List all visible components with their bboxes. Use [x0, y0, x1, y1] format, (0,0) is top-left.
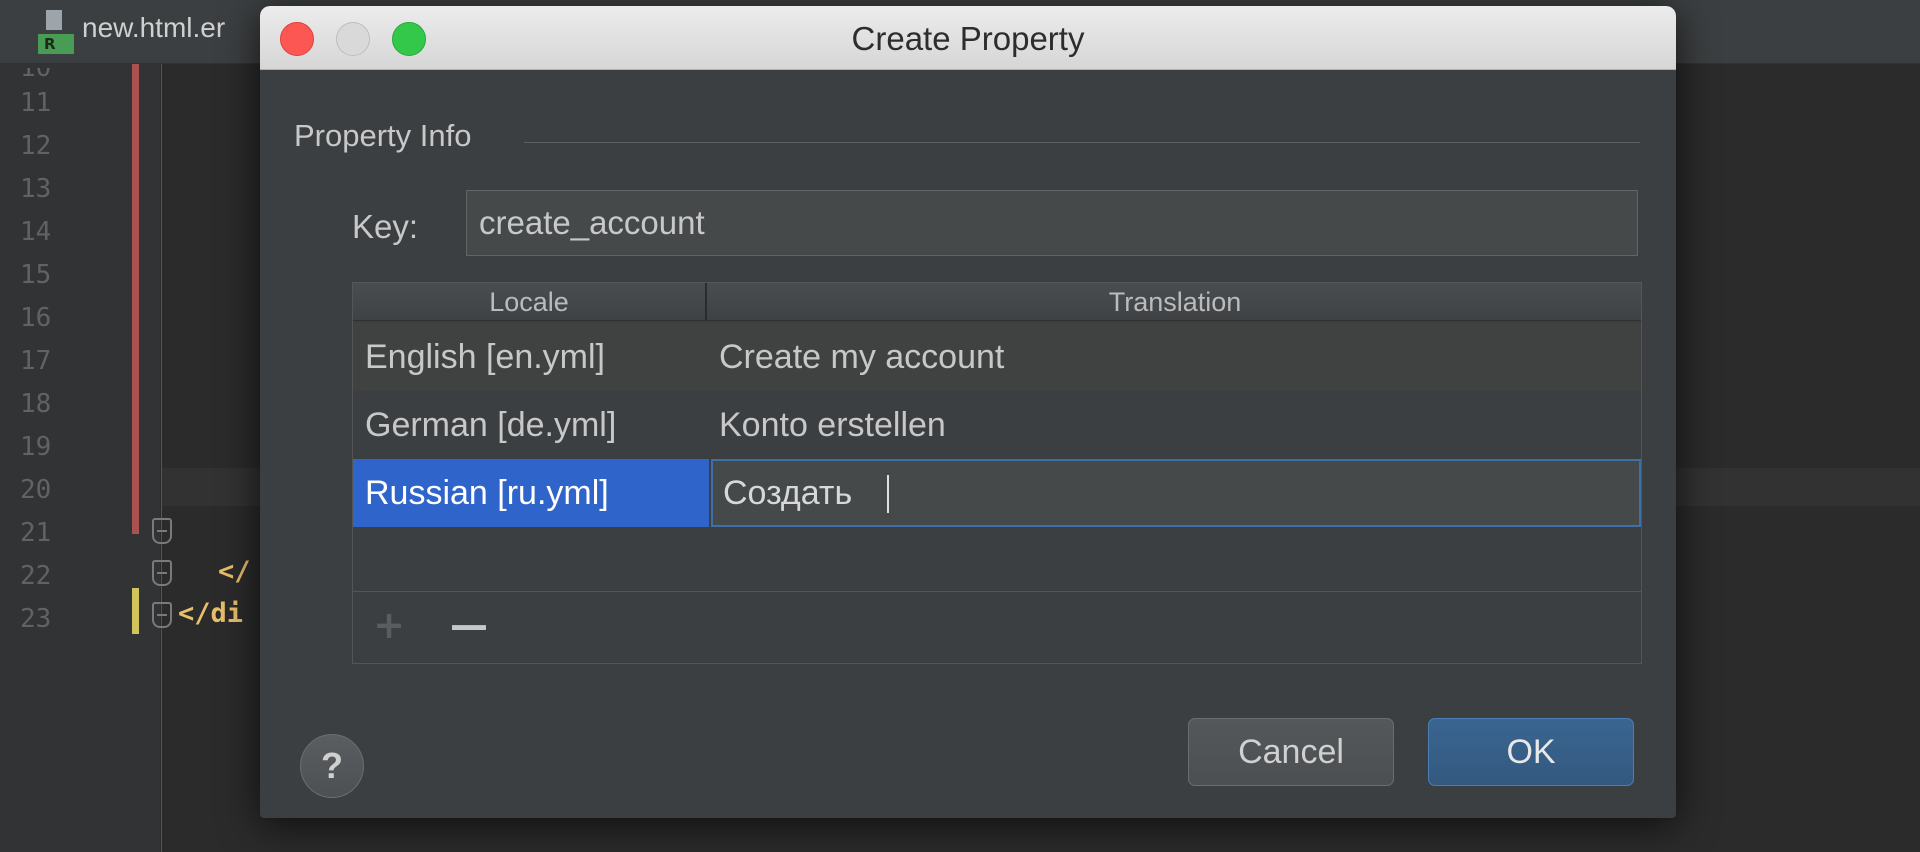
translations-table: Locale Translation English [en.yml] Crea…: [352, 282, 1642, 664]
code-line-23[interactable]: </di: [178, 598, 243, 629]
column-header-locale[interactable]: Locale: [353, 283, 707, 321]
line-numbers: 10 11 12 13 14 15 16 17 18 19 20 21 22 2…: [20, 56, 51, 641]
editor-tab[interactable]: R new.html.er: [0, 0, 225, 64]
dialog-titlebar: Create Property: [260, 6, 1676, 70]
dialog-title: Create Property: [851, 20, 1085, 57]
line-number: 15: [20, 260, 52, 290]
fold-icon[interactable]: [152, 602, 172, 628]
locale-cell[interactable]: Russian [ru.yml]: [365, 459, 609, 527]
gutter-divider: [161, 64, 162, 852]
table-header: Locale Translation: [353, 283, 1641, 321]
ok-button[interactable]: OK: [1428, 718, 1634, 786]
line-number: 21: [20, 518, 52, 548]
editor-tab-label: new.html.er: [82, 12, 226, 43]
locale-cell[interactable]: German [de.yml]: [365, 391, 616, 459]
line-number: 19: [20, 432, 52, 462]
line-number: 12: [20, 131, 52, 161]
vcs-change-marker: [132, 64, 139, 534]
line-number: 14: [20, 217, 52, 247]
section-divider: [524, 142, 1640, 143]
line-number: 23: [20, 604, 52, 634]
line-number: 18: [20, 389, 52, 419]
table-row[interactable]: German [de.yml] Konto erstellen: [353, 391, 1641, 459]
column-header-translation[interactable]: Translation: [709, 283, 1641, 321]
line-number: 22: [20, 561, 52, 591]
ruby-file-icon: R: [38, 10, 74, 54]
line-number: 13: [20, 174, 52, 204]
translation-cell[interactable]: Create my account: [719, 323, 1004, 391]
fold-icon[interactable]: [152, 518, 172, 544]
vcs-modified-marker: [132, 588, 139, 634]
locale-cell[interactable]: English [en.yml]: [365, 323, 605, 391]
minus-icon[interactable]: —: [449, 605, 489, 645]
key-label: Key:: [352, 208, 419, 245]
line-number: 17: [20, 346, 52, 376]
line-number: 10: [20, 68, 51, 82]
translation-cell[interactable]: Konto erstellen: [719, 391, 946, 459]
plus-icon[interactable]: +: [369, 605, 409, 645]
text-caret: [887, 475, 889, 513]
cancel-button[interactable]: Cancel: [1188, 718, 1394, 786]
key-input[interactable]: [466, 190, 1638, 256]
table-row[interactable]: English [en.yml] Create my account: [353, 323, 1641, 391]
code-line-22[interactable]: </: [218, 556, 251, 587]
section-title: Property Info: [294, 118, 472, 153]
fold-icon[interactable]: [152, 560, 172, 586]
help-icon[interactable]: ?: [300, 734, 364, 798]
line-number: 11: [20, 88, 52, 118]
line-number: 16: [20, 303, 52, 333]
table-toolbar-divider: [353, 591, 1641, 592]
translation-edit-field[interactable]: Создать: [711, 459, 1641, 527]
table-row-selected[interactable]: Russian [ru.yml] Создать: [353, 459, 1641, 527]
line-number: 20: [20, 475, 52, 505]
create-property-dialog: Create Property Property Info Key: Local…: [260, 6, 1676, 818]
translation-edit-value: Создать: [723, 474, 853, 512]
